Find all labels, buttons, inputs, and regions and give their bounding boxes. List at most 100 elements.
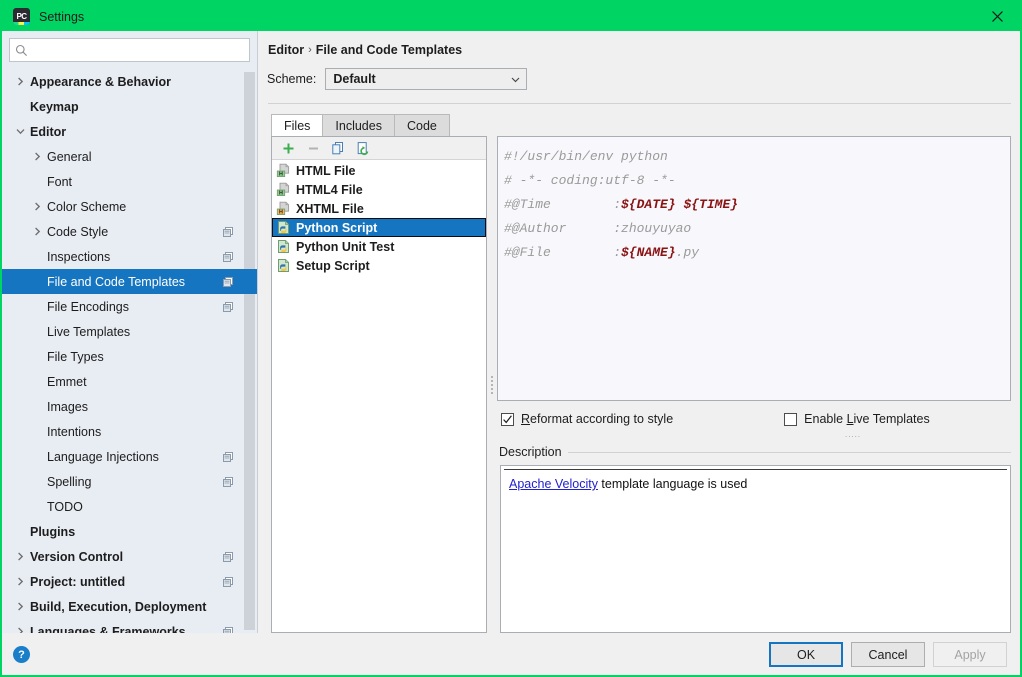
sidebar-item-file-types[interactable]: File Types <box>2 344 257 369</box>
tree-spacer <box>31 475 44 488</box>
sidebar-item-spelling[interactable]: Spelling <box>2 469 257 494</box>
search-icon <box>15 44 28 57</box>
checkbox-label: Enable Live Templates <box>804 412 930 426</box>
search-input[interactable] <box>32 43 244 57</box>
tree-spacer <box>31 450 44 463</box>
sidebar-item-plugins[interactable]: Plugins <box>2 519 257 544</box>
sidebar-item-intentions[interactable]: Intentions <box>2 419 257 444</box>
tree-spacer <box>31 300 44 313</box>
search-box[interactable] <box>9 38 250 62</box>
settings-window: PC Settings Appearance & BehaviorKey <box>0 0 1022 677</box>
sidebar-item-project-untitled[interactable]: Project: untitled <box>2 569 257 594</box>
tab-code[interactable]: Code <box>394 114 450 136</box>
template-list-item[interactable]: H HTML File <box>272 161 486 180</box>
sidebar-item-language-injections[interactable]: Language Injections <box>2 444 257 469</box>
drag-hint-icon: ..... <box>845 430 861 439</box>
sidebar-item-languages-frameworks[interactable]: Languages & Frameworks <box>2 619 257 633</box>
add-template-button[interactable] <box>280 140 296 156</box>
pane-splitter[interactable] <box>487 136 497 633</box>
sidebar-item-color-scheme[interactable]: Color Scheme <box>2 194 257 219</box>
settings-tree[interactable]: Appearance & Behavior Keymap Editor General… <box>2 66 257 633</box>
template-list-item[interactable]: H XHTML File <box>272 199 486 218</box>
sidebar-item-images[interactable]: Images <box>2 394 257 419</box>
reformat-checkbox[interactable]: Reformat according to style <box>501 412 673 426</box>
sidebar-item-emmet[interactable]: Emmet <box>2 369 257 394</box>
sidebar-item-keymap[interactable]: Keymap <box>2 94 257 119</box>
sidebar-item-inspections[interactable]: Inspections <box>2 244 257 269</box>
chevron-down-icon <box>510 74 521 85</box>
scheme-dropdown[interactable]: Default <box>325 68 527 90</box>
code-text: # -*- coding:utf-8 -*- <box>504 173 676 188</box>
sidebar-item-file-and-code-templates[interactable]: File and Code Templates <box>2 269 257 294</box>
chevron-down-icon[interactable] <box>14 125 27 138</box>
tree-spacer <box>31 400 44 413</box>
breadcrumb-parent[interactable]: Editor <box>268 43 304 57</box>
sidebar-item-appearance-behavior[interactable]: Appearance & Behavior <box>2 69 257 94</box>
sidebar-item-version-control[interactable]: Version Control <box>2 544 257 569</box>
sidebar-item-code-style[interactable]: Code Style <box>2 219 257 244</box>
sidebar-item-editor[interactable]: Editor <box>2 119 257 144</box>
code-line: #@Time :${DATE} ${TIME} <box>504 193 1010 217</box>
template-variable: ${NAME} <box>621 245 676 260</box>
template-list[interactable]: HHTML FileHHTML4 FileHXHTML FilePython S… <box>272 160 486 632</box>
close-icon[interactable] <box>975 2 1020 31</box>
sidebar-item-label: Intentions <box>47 425 101 439</box>
sidebar-item-build-execution-deployment[interactable]: Build, Execution, Deployment <box>2 594 257 619</box>
ok-button[interactable]: OK <box>769 642 843 667</box>
template-list-item-label: XHTML File <box>296 202 364 216</box>
xhtml-file-icon: H <box>276 201 291 216</box>
python-file-icon <box>276 239 291 254</box>
template-list-panel: HHTML FileHHTML4 FileHXHTML FilePython S… <box>271 136 487 633</box>
sidebar-item-label: Keymap <box>30 100 79 114</box>
tab-files[interactable]: Files <box>271 114 323 136</box>
template-list-toolbar <box>272 137 486 160</box>
template-list-item[interactable]: Python Script <box>272 218 486 237</box>
tree-spacer <box>31 325 44 338</box>
chevron-right-icon[interactable] <box>14 75 27 88</box>
breadcrumb-current: File and Code Templates <box>316 43 462 57</box>
python-file-icon <box>276 258 291 273</box>
template-tabs[interactable]: FilesIncludesCode <box>271 114 1012 136</box>
template-code-editor[interactable]: #!/usr/bin/env python# -*- coding:utf-8 … <box>497 136 1011 401</box>
title-bar: PC Settings <box>2 2 1020 31</box>
chevron-right-icon[interactable] <box>14 575 27 588</box>
sidebar-item-todo[interactable]: TODO <box>2 494 257 519</box>
description-title: Description <box>499 445 562 459</box>
sidebar-item-label: Emmet <box>47 375 87 389</box>
chevron-right-icon[interactable] <box>14 625 27 633</box>
chevron-right-icon[interactable] <box>31 225 44 238</box>
tree-spacer <box>14 100 27 113</box>
chevron-right-icon[interactable] <box>31 150 44 163</box>
chevron-right-icon[interactable] <box>14 550 27 563</box>
sidebar-item-live-templates[interactable]: Live Templates <box>2 319 257 344</box>
settings-sidebar: Appearance & Behavior Keymap Editor General… <box>2 31 258 633</box>
cancel-button[interactable]: Cancel <box>851 642 925 667</box>
sidebar-item-label: Images <box>47 400 88 414</box>
tree-spacer <box>31 375 44 388</box>
live-templates-checkbox[interactable]: Enable Live Templates <box>784 412 930 426</box>
sidebar-item-font[interactable]: Font <box>2 169 257 194</box>
scheme-scope-icon <box>222 276 234 288</box>
copy-template-button[interactable] <box>330 140 346 156</box>
template-list-item[interactable]: HHTML4 File <box>272 180 486 199</box>
html-file-icon: H <box>276 182 291 197</box>
tree-spacer <box>31 250 44 263</box>
reset-template-button[interactable] <box>355 140 371 156</box>
chevron-right-icon[interactable] <box>31 200 44 213</box>
sidebar-item-label: Editor <box>30 125 66 139</box>
help-icon[interactable]: ? <box>13 646 30 663</box>
sidebar-item-general[interactable]: General <box>2 144 257 169</box>
template-list-item[interactable]: Python Unit Test <box>272 237 486 256</box>
sidebar-item-file-encodings[interactable]: File Encodings <box>2 294 257 319</box>
checkbox-box[interactable] <box>501 413 514 426</box>
apache-velocity-link[interactable]: Apache Velocity <box>509 477 598 491</box>
chevron-right-icon[interactable] <box>14 600 27 613</box>
tab-includes[interactable]: Includes <box>322 114 395 136</box>
sidebar-item-label: Inspections <box>47 250 110 264</box>
scheme-label: Scheme: <box>267 72 316 86</box>
template-list-item-label: Setup Script <box>296 259 370 273</box>
template-list-item[interactable]: Setup Script <box>272 256 486 275</box>
checkbox-box[interactable] <box>784 413 797 426</box>
template-list-item-label: HTML File <box>296 164 356 178</box>
html-file-icon: H <box>276 163 291 178</box>
